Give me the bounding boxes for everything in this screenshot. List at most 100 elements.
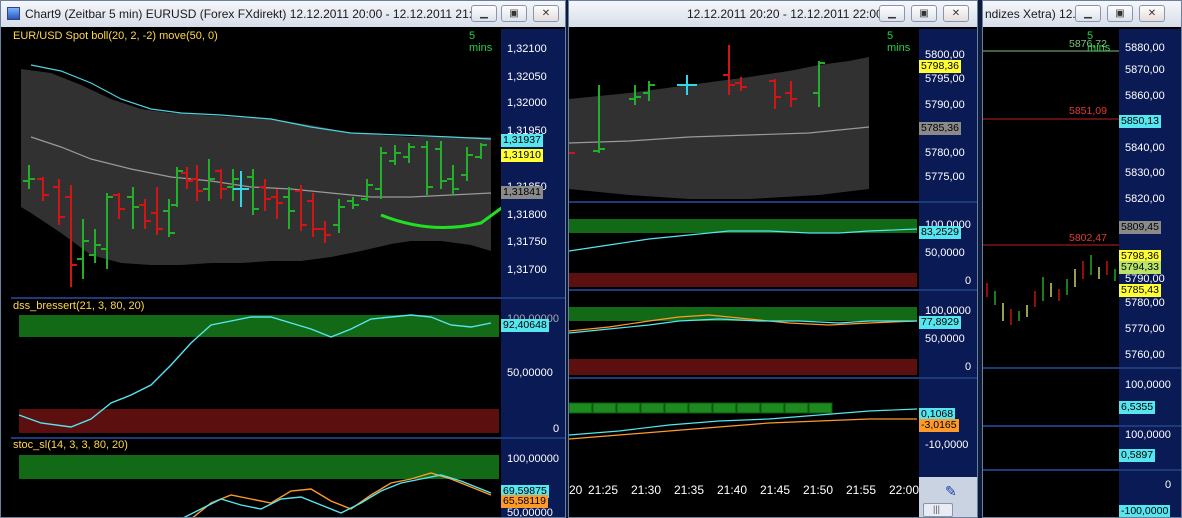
axis-tick: 1,32100 [507,43,547,55]
axis-tick: 0 [965,275,972,287]
histogram-bar [760,402,785,414]
osc2-pane[interactable] [569,291,919,377]
axis-tick: 100,0000 [1125,379,1171,391]
osc3-canvas [569,402,918,440]
close-button[interactable]: ✕ [533,5,559,22]
restore-button[interactable]: ▣ [501,5,527,22]
osc2-axis: 100,0000 50,0000 0 77,8929 [919,291,977,377]
histogram-bar [592,402,617,414]
price-tag-cyan: 1,31937 [501,134,543,147]
axis-tick: 5830,00 [1125,167,1165,179]
price-chart-canvas [21,64,501,287]
osc1-canvas [569,228,918,252]
axis-tick: 100,00000 [507,453,559,465]
interval-label: 5 mins [469,30,493,54]
restore-icon: ▣ [919,8,929,19]
dss-pane[interactable]: dss_bressert(21, 3, 80, 20) [11,299,501,437]
minimize-button[interactable]: ▁ [879,5,905,22]
price-pane[interactable]: 5 mins 5876,72 5851,09 5802,47 [983,29,1119,367]
window-title: ndizes Xetra) 12... [985,7,1083,21]
axis-tick: 0 [553,423,560,435]
restore-button[interactable]: ▣ [1107,5,1133,22]
axis-tick: 5795,00 [925,73,965,85]
close-icon: ✕ [951,8,961,19]
axis-tick: 5770,00 [1125,323,1165,335]
close-button[interactable]: ✕ [943,5,969,22]
axis-tick: 5760,00 [1125,349,1165,361]
axis-tick: -10,0000 [925,439,969,451]
window-titlebar[interactable]: Chart9 (Zeitbar 5 min) EURUSD (Forex FXd… [1,1,565,27]
axis-tick: 1,32050 [507,71,547,83]
price-tag-gray: 5785,36 [919,122,961,135]
price-pane[interactable]: 5 mins [569,29,919,201]
stoc-pane[interactable]: stoc_sl(14, 3, 3, 80, 20) [11,439,501,517]
axis-tick: 5780,00 [1125,297,1165,309]
axis-tick: 5790,00 [925,99,965,111]
axis-tick: 50,00000 [507,507,553,518]
price-tag-mixed: 5794,33 [1119,261,1161,274]
minimize-icon: ▁ [480,8,488,19]
axis-tick: 1,31800 [507,209,547,221]
axis-tick: 100,0000 [1125,429,1171,441]
histogram-bar [616,402,641,414]
osc3-line [569,418,917,440]
line-label: 5802,47 [1069,232,1107,244]
price-tag-yellow-2: 5785,43 [1119,284,1161,297]
axis-tick: 50,00000 [507,367,553,379]
pencil-tool-icon[interactable]: ✎ [945,483,957,500]
histogram-bar [640,402,665,414]
window-titlebar[interactable]: ndizes Xetra) 12... ▁ ▣ ✕ [983,1,1181,27]
time-tick: 21:45 [760,483,791,497]
osc3-pane[interactable] [569,379,919,477]
time-tick: 21:25 [588,483,619,497]
axis-tick: 1,31750 [507,236,547,248]
line-label: 5876,72 [1069,38,1107,50]
axis-tick: 50,0000 [925,247,965,259]
osc3-pane[interactable] [983,471,1119,517]
axis-tick: 5860,00 [1125,90,1165,102]
histogram-bar [784,402,809,414]
price-pane-label: EUR/USD Spot boll(20, 2, -2) move(50, 0) [13,30,218,42]
histogram-bar [808,402,833,414]
minimize-button[interactable]: ▁ [471,5,497,22]
time-tick: 21:50 [803,483,834,497]
osc3-value-tag-orange: -3,0165 [919,419,959,432]
time-tick: 22:00 [889,483,919,497]
dss-canvas [18,314,492,428]
axis-tick: 5870,00 [1125,64,1165,76]
price-tag-yellow: 1,31910 [501,149,543,162]
axis-tick: 5840,00 [1125,142,1165,154]
minimize-button[interactable]: ▁ [1075,5,1101,22]
close-button[interactable]: ✕ [1139,5,1165,22]
dss-axis: 100,00000 50,00000 0 92,40648 [501,299,565,437]
osc1-pane[interactable] [569,203,919,289]
dss-pane-label: dss_bressert(21, 3, 80, 20) [13,300,145,312]
time-tick: 20 [569,483,583,497]
restore-button[interactable]: ▣ [911,5,937,22]
osc1-value-tag: 83,2529 [919,226,961,239]
price-axis: 1,32100 1,32050 1,32000 1,31950 1,31850 … [501,29,565,297]
osc2-canvas [569,314,918,334]
histogram-bar [688,402,713,414]
axis-tick: 50,0000 [925,333,965,345]
axis-tick: 0 [1165,479,1172,491]
osc2-fast-line [569,318,917,334]
time-tick: 21:40 [717,483,748,497]
bollinger-band [21,69,491,265]
price-pane[interactable]: EUR/USD Spot boll(20, 2, -2) move(50, 0)… [11,29,501,297]
osc2-pane[interactable] [983,427,1119,469]
horizontal-scrollbar[interactable]: ||| [923,503,953,517]
minimize-icon: ▁ [1084,8,1092,19]
histogram-bar [664,402,689,414]
osc2-axis: 100,0000 0,5897 [1119,427,1181,469]
stoc-slow-line [192,472,492,517]
osc1-pane[interactable] [983,369,1119,425]
histogram-bar [569,402,593,414]
osc2-slow-line [569,314,918,332]
dss-value-tag: 92,40648 [501,319,549,332]
histogram-bar [712,402,737,414]
osc1-axis: 100,0000 6,5355 [1119,369,1181,425]
chart-window-eurusd: Chart9 (Zeitbar 5 min) EURUSD (Forex FXd… [0,0,566,518]
window-titlebar[interactable]: 12.12.2011 20:20 - 12.12.2011 22:00 ▁ ▣ … [569,1,977,27]
axis-tick: 0 [965,361,972,373]
